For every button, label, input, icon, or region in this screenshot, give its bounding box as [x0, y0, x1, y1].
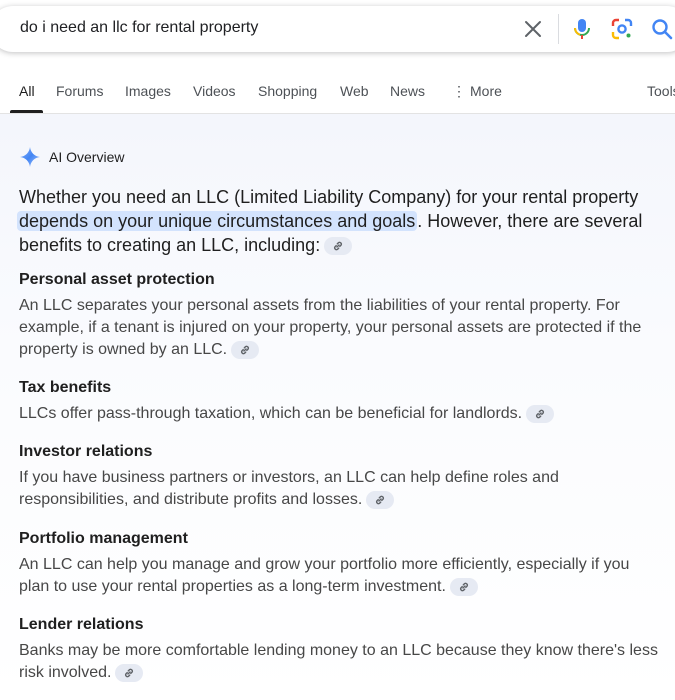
lens-icon[interactable] [610, 17, 634, 41]
search-input[interactable]: do i need an llc for rental property [20, 19, 258, 37]
link-icon [125, 668, 134, 678]
section-investor-relations: Investor relations If you have business … [19, 442, 659, 511]
section-title: Portfolio management [19, 530, 188, 547]
section-portfolio-management: Portfolio management An LLC can help you… [19, 529, 659, 598]
citation-button[interactable] [324, 237, 353, 256]
citation-button[interactable] [526, 404, 555, 423]
section-title: Personal asset protection [19, 271, 215, 288]
intro-text: Whether you need an LLC (Limited Liabili… [19, 187, 639, 207]
section-title: Lender relations [19, 616, 144, 633]
tab-web[interactable]: Web [340, 83, 369, 99]
link-icon [376, 495, 385, 505]
link-icon [536, 409, 545, 419]
section-body: Banks may be more comfortable lending mo… [19, 640, 659, 684]
tab-forums[interactable]: Forums [56, 83, 103, 99]
tab-shopping[interactable]: Shopping [258, 83, 317, 99]
citation-button[interactable] [366, 490, 395, 509]
section-text: An LLC separates your personal assets fr… [19, 297, 642, 358]
intro-highlight: depends on your unique circumstances and… [17, 211, 418, 231]
search-icon[interactable] [650, 17, 674, 41]
section-tax-benefits: Tax benefits LLCs offer pass-through tax… [19, 378, 659, 425]
link-icon [241, 345, 250, 355]
section-personal-asset-protection: Personal asset protection An LLC separat… [19, 270, 659, 361]
section-lender-relations: Lender relations Banks may be more comfo… [19, 615, 659, 684]
link-icon [459, 582, 468, 592]
active-tab-indicator [10, 110, 43, 113]
citation-button[interactable] [231, 340, 260, 359]
citation-button[interactable] [449, 577, 478, 596]
close-icon[interactable] [522, 18, 544, 40]
tab-more[interactable]: ⋮ More [452, 83, 502, 100]
ai-overview-title: AI Overview [49, 149, 125, 165]
section-text: LLCs offer pass-through taxation, which … [19, 405, 523, 422]
search-divider [558, 14, 559, 44]
section-body: If you have business partners or investo… [19, 467, 659, 511]
ai-overview-panel: AI Overview Whether you need an LLC (Lim… [0, 114, 675, 700]
tab-videos[interactable]: Videos [193, 83, 236, 99]
section-title: Investor relations [19, 443, 153, 460]
microphone-icon[interactable] [571, 17, 593, 41]
tab-images[interactable]: Images [125, 83, 171, 99]
section-body: An LLC separates your personal assets fr… [19, 295, 659, 361]
search-tabs: All Forums Images Videos Shopping Web Ne… [0, 72, 675, 114]
ai-overview-intro: Whether you need an LLC (Limited Liabili… [17, 185, 659, 257]
tab-all[interactable]: All [19, 83, 35, 99]
tab-more-label: More [470, 83, 502, 99]
more-vert-icon: ⋮ [452, 83, 466, 99]
section-body: An LLC can help you manage and grow your… [19, 554, 659, 598]
tab-news[interactable]: News [390, 83, 425, 99]
sparkle-icon [20, 147, 40, 167]
section-text: If you have business partners or investo… [19, 469, 559, 508]
citation-button[interactable] [115, 663, 144, 682]
link-icon [334, 241, 343, 251]
search-bar: do i need an llc for rental property [0, 0, 675, 60]
section-body: LLCs offer pass-through taxation, which … [19, 403, 659, 425]
section-text: An LLC can help you manage and grow your… [19, 556, 630, 595]
section-title: Tax benefits [19, 379, 112, 396]
tab-tools[interactable]: Tools [647, 83, 675, 99]
